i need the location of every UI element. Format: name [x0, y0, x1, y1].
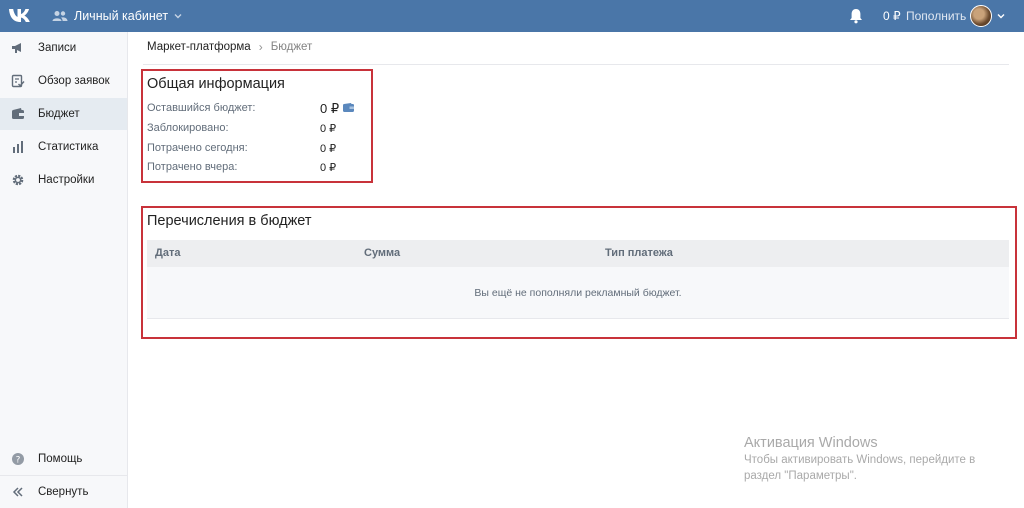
transfers-table-header: Дата Сумма Тип платежа — [147, 240, 1009, 267]
sidebar-item-label: Статистика — [38, 141, 99, 153]
spent-today-value: 0 ₽ — [320, 143, 337, 155]
top-bar: Личный кабинет 0 ₽ Пополнить — [0, 0, 1024, 32]
spent-today-label: Потрачено сегодня: — [147, 142, 248, 154]
empty-state-message: Вы ещё не пополняли рекламный бюджет. — [474, 287, 682, 299]
spent-yesterday-value: 0 ₽ — [320, 162, 337, 174]
checklist-icon — [11, 74, 25, 88]
remaining-budget-value: 0 ₽ — [320, 101, 340, 116]
people-icon — [52, 11, 68, 21]
column-header-amount[interactable]: Сумма — [364, 240, 400, 267]
sidebar-item-settings[interactable]: Настройки — [0, 164, 127, 196]
breadcrumb-parent-link[interactable]: Маркет-платформа — [147, 41, 251, 53]
breadcrumb-current: Бюджет — [270, 41, 313, 53]
bar-chart-icon — [13, 141, 23, 153]
watermark-title: Активация Windows — [744, 435, 878, 451]
help-icon: ? — [12, 453, 24, 466]
breadcrumb-divider — [143, 64, 1009, 65]
transfers-table-body: Вы ещё не пополняли рекламный бюджет. — [147, 267, 1009, 319]
sidebar-item-budget[interactable]: Бюджет — [0, 98, 127, 130]
avatar[interactable] — [970, 5, 992, 27]
sidebar-item-label: Обзор заявок — [38, 75, 110, 87]
chevron-down-icon[interactable] — [997, 12, 1005, 20]
sidebar-item-posts[interactable]: Записи — [0, 32, 127, 64]
watermark-text: Чтобы активировать Windows, перейдите в … — [744, 454, 976, 482]
column-header-date[interactable]: Дата — [155, 240, 180, 267]
sidebar-collapse-button[interactable]: Свернуть — [0, 476, 127, 508]
breadcrumb: Маркет-платформа › Бюджет — [147, 40, 312, 54]
gear-icon — [12, 174, 24, 186]
general-info-title: Общая информация — [147, 76, 285, 92]
sidebar-item-statistics[interactable]: Статистика — [0, 131, 127, 163]
balance-value: 0 ₽ — [883, 9, 901, 23]
topup-link[interactable]: Пополнить — [906, 0, 966, 32]
megaphone-icon — [12, 43, 21, 53]
wallet-icon[interactable] — [343, 103, 354, 112]
remaining-budget-label: Оставшийся бюджет: — [147, 102, 256, 114]
vk-logo-icon[interactable] — [8, 6, 32, 26]
spent-yesterday-label: Потрачено вчера: — [147, 161, 238, 173]
sidebar-item-label: Настройки — [38, 174, 95, 186]
svg-text:?: ? — [16, 456, 21, 466]
sidebar-item-requests[interactable]: Обзор заявок — [0, 65, 127, 97]
sidebar-item-label: Записи — [38, 42, 77, 54]
sidebar: Записи Обзор заявок Бюджет Статистика На… — [0, 32, 128, 508]
sidebar-item-help[interactable]: ? Помощь — [0, 443, 127, 475]
sidebar-item-label: Бюджет — [38, 108, 80, 120]
blocked-value: 0 ₽ — [320, 123, 337, 135]
sidebar-item-label: Свернуть — [38, 486, 89, 498]
transfers-title: Перечисления в бюджет — [147, 213, 312, 229]
breadcrumb-separator-icon: › — [258, 40, 263, 54]
windows-activation-watermark: Активация Windows Чтобы активировать Win… — [744, 434, 994, 484]
blocked-label: Заблокировано: — [147, 122, 229, 134]
cabinet-label: Личный кабинет — [74, 9, 169, 23]
sidebar-item-label: Помощь — [38, 453, 83, 465]
column-header-payment-type[interactable]: Тип платежа — [605, 240, 673, 267]
double-chevron-left-icon — [12, 487, 23, 497]
bell-icon[interactable] — [849, 8, 863, 24]
wallet-icon — [12, 108, 24, 119]
chevron-down-icon — [174, 14, 182, 19]
cabinet-switcher[interactable]: Личный кабинет — [52, 0, 182, 32]
